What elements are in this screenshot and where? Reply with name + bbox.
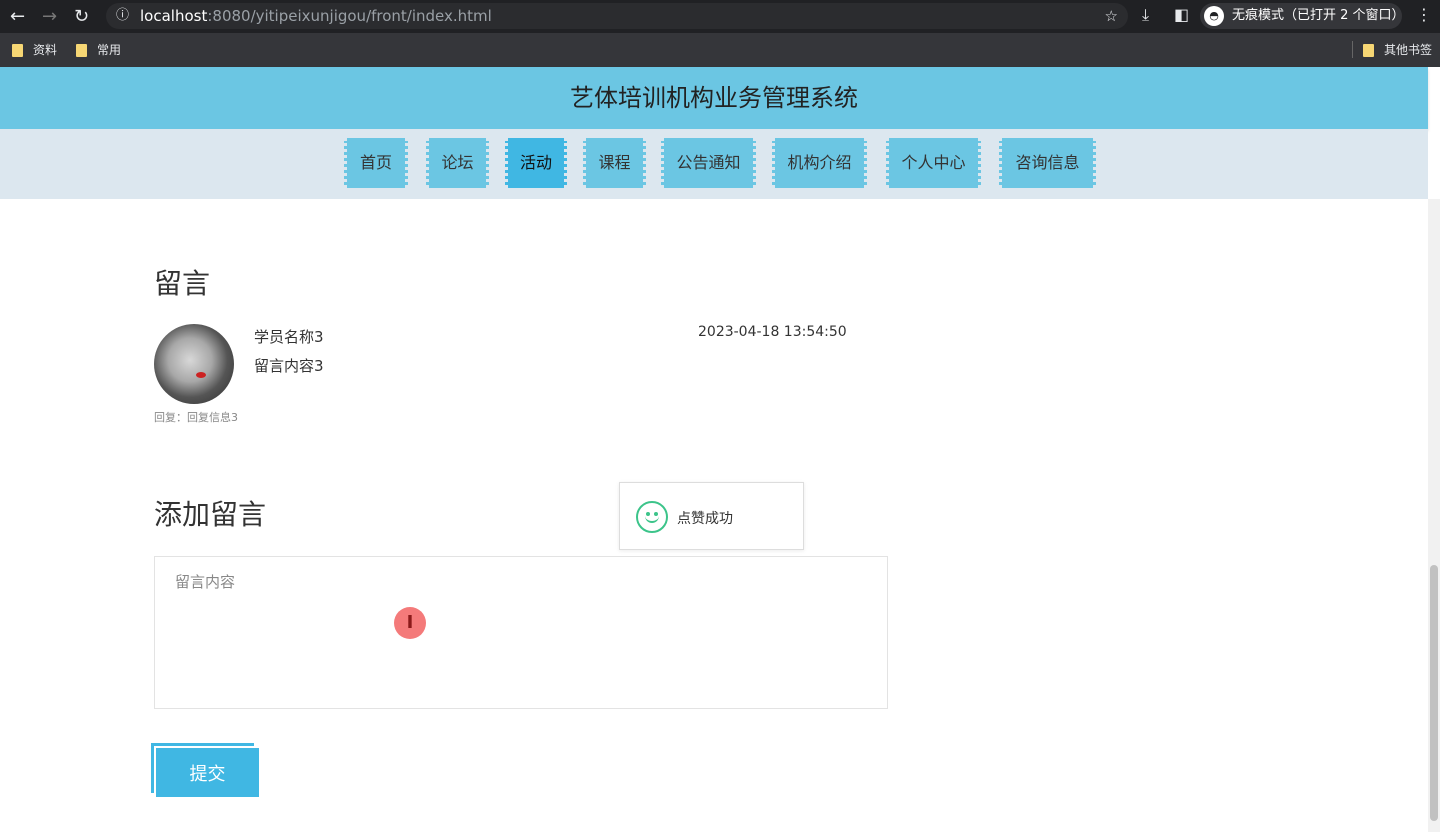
menu-icon[interactable]: ⋮ (1416, 5, 1432, 24)
address-bar[interactable]: ⓘ localhost:8080/yitipeixunjigou/front/i… (106, 3, 1128, 29)
incognito-icon: ◓ (1204, 6, 1224, 26)
site-header: 艺体培训机构业务管理系统 (0, 67, 1428, 129)
nav-notice[interactable]: 公告通知 (661, 138, 756, 188)
reload-icon[interactable]: ↻ (74, 6, 89, 27)
avatar (154, 324, 234, 404)
download-icon[interactable]: ⤓ (1142, 5, 1149, 25)
scrollbar-thumb[interactable] (1430, 565, 1438, 821)
sidepanel-icon[interactable]: ◧ (1174, 5, 1189, 24)
nav-course[interactable]: 课程 (583, 138, 646, 188)
folder-icon (1363, 44, 1374, 57)
nav-profile[interactable]: 个人中心 (886, 138, 981, 188)
bookmarks-bar: 资料 常用 其他书签 (0, 33, 1440, 67)
nav-home[interactable]: 首页 (344, 138, 408, 188)
comments-title: 留言 (154, 267, 211, 300)
bookmark-folder[interactable]: 常用 (76, 41, 121, 58)
comment-author: 学员名称3 (254, 328, 324, 346)
submit-button[interactable]: 提交 (156, 748, 259, 797)
add-comment-title: 添加留言 (154, 498, 267, 531)
scrollbar[interactable] (1428, 199, 1440, 832)
comment-content: 留言内容3 (254, 357, 324, 375)
bookmark-star-icon[interactable]: ☆ (1105, 3, 1118, 29)
site-title: 艺体培训机构业务管理系统 (570, 84, 858, 112)
nav-activity[interactable]: 活动 (505, 138, 567, 188)
back-icon[interactable]: ← (10, 6, 25, 27)
comment-time: 2023-04-18 13:54:50 (698, 324, 847, 340)
other-bookmarks[interactable]: 其他书签 (1352, 41, 1432, 58)
info-icon[interactable]: ⓘ (116, 3, 129, 29)
browser-toolbar: ← → ↻ ⓘ localhost:8080/yitipeixunjigou/f… (0, 0, 1440, 33)
nav-consult[interactable]: 咨询信息 (999, 138, 1096, 188)
nav-about[interactable]: 机构介绍 (772, 138, 867, 188)
comment-input[interactable] (154, 556, 888, 709)
toast-message: 点赞成功 (619, 482, 804, 550)
main-nav: 首页 论坛 活动 课程 公告通知 机构介绍 个人中心 咨询信息 (0, 129, 1428, 199)
smile-icon (636, 501, 668, 533)
folder-icon (76, 44, 87, 57)
bookmark-folder[interactable]: 资料 (12, 41, 57, 58)
forward-icon[interactable]: → (42, 6, 57, 27)
nav-forum[interactable]: 论坛 (426, 138, 489, 188)
text-cursor-icon: I (394, 607, 426, 639)
incognito-badge[interactable]: ◓ 无痕模式（已打开 2 个窗口） (1200, 3, 1405, 29)
folder-icon (12, 44, 23, 57)
comment-reply: 回复：回复信息3 (154, 411, 238, 424)
